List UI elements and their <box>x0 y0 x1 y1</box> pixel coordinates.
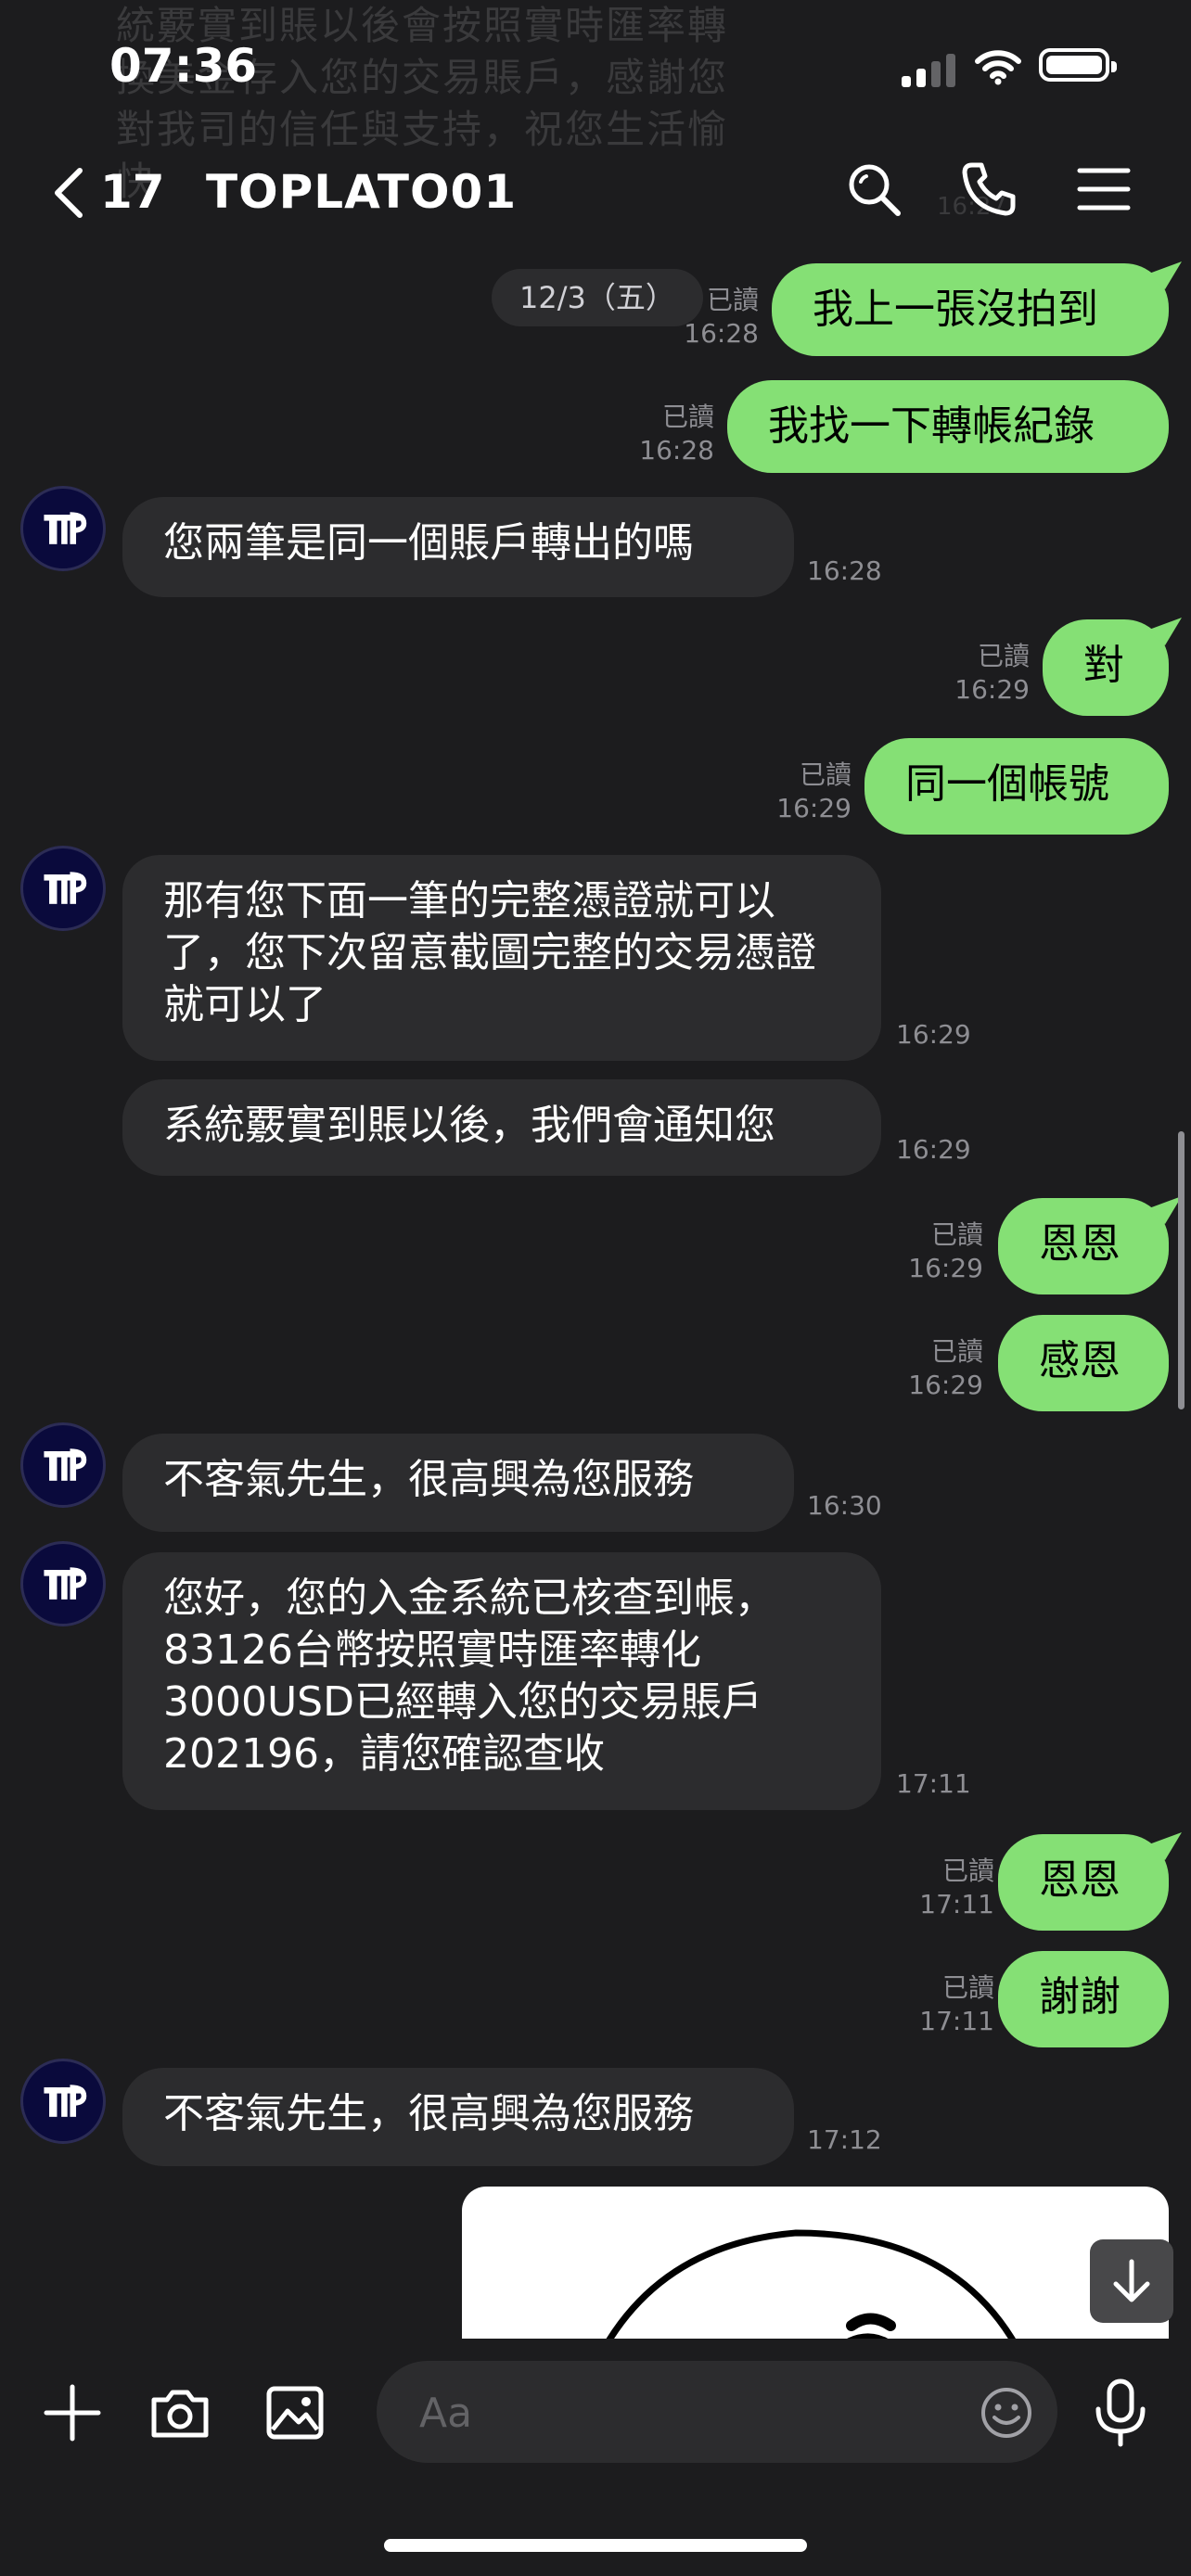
image-icon[interactable] <box>263 2381 327 2444</box>
read-receipt: 已讀 <box>941 1972 994 2003</box>
message-time: 16:29 <box>896 1019 971 1050</box>
message-meta: 已讀 17:11 <box>902 1855 994 1921</box>
contact-logo-icon <box>44 512 87 544</box>
message-time: 16:30 <box>807 1490 882 1521</box>
outgoing-message[interactable]: 感恩 <box>998 1315 1169 1411</box>
read-receipt: 已讀 <box>977 641 1030 671</box>
incoming-message[interactable]: 您兩筆是同一個賬戶轉出的嗎 <box>122 497 794 597</box>
read-receipt: 已讀 <box>930 1219 983 1250</box>
wifi-icon <box>975 50 1021 85</box>
message-text: 恩恩 <box>1039 1220 1121 1268</box>
arrow-down-icon <box>1113 2259 1150 2302</box>
read-receipt: 已讀 <box>706 285 759 315</box>
incoming-message[interactable]: 那有您下面一筆的完整憑證就可以了，您下次留意截圖完整的交易憑證就可以了 <box>122 855 881 1061</box>
message-text: 那有您下面一筆的完整憑證就可以了，您下次留意截圖完整的交易憑證就可以了 <box>163 877 816 1028</box>
message-time: 16:28 <box>684 318 759 349</box>
incoming-message[interactable]: 您好，您的入金系統已核查到帳，83126台幣按照實時匯率轉化3000USD已經轉… <box>122 1552 881 1810</box>
message-time: 17:11 <box>896 1768 971 1799</box>
message-meta: 已讀 16:28 <box>621 401 714 467</box>
message-meta: 已讀 16:28 <box>666 284 759 351</box>
contact-logo-icon <box>44 2085 87 2117</box>
outgoing-message[interactable]: 我上一張沒拍到 <box>772 261 1182 356</box>
message-text: 您兩筆是同一個賬戶轉出的嗎 <box>163 519 694 567</box>
bubble-tail <box>1146 261 1182 289</box>
message-text: 您好，您的入金系統已核查到帳，83126台幣按照實時匯率轉化3000USD已經轉… <box>163 1575 775 1778</box>
message-time: 16:29 <box>954 674 1030 705</box>
back-chevron-icon[interactable] <box>46 165 93 221</box>
message-text: 恩恩 <box>1039 1856 1121 1904</box>
message-text: 我上一張沒拍到 <box>813 286 1098 333</box>
avatar[interactable] <box>20 486 106 571</box>
avatar[interactable] <box>20 1422 106 1508</box>
message-meta: 已讀 16:29 <box>759 759 852 825</box>
contact-logo-icon <box>44 1567 87 1600</box>
message-time: 17:11 <box>919 1889 994 1919</box>
search-icon[interactable] <box>844 159 903 219</box>
outgoing-message[interactable]: 謝謝 <box>998 1951 1169 2047</box>
home-indicator[interactable] <box>384 2539 807 2552</box>
microphone-icon[interactable] <box>1089 2378 1152 2448</box>
message-text: 感恩 <box>1039 1337 1121 1384</box>
message-input-field[interactable] <box>377 2361 1057 2465</box>
signal-icon <box>902 54 955 87</box>
message-time: 16:29 <box>908 1370 983 1400</box>
message-time: 16:28 <box>807 555 882 586</box>
camera-icon[interactable] <box>148 2381 211 2444</box>
menu-icon[interactable] <box>1074 159 1133 219</box>
read-receipt: 已讀 <box>661 402 714 432</box>
message-text: 不客氣先生，很高興為您服務 <box>163 2090 694 2137</box>
message-time: 16:29 <box>896 1134 971 1165</box>
avatar[interactable] <box>20 2059 106 2144</box>
scroll-indicator[interactable] <box>1178 1131 1185 1409</box>
message-time: 16:29 <box>908 1253 983 1283</box>
read-receipt: 已讀 <box>799 759 852 790</box>
incoming-message[interactable]: 系統覈實到賬以後，我們會通知您 <box>122 1079 881 1176</box>
message-meta: 已讀 17:11 <box>902 1971 994 2038</box>
emoji-icon[interactable] <box>980 2386 1033 2440</box>
battery-icon <box>1039 48 1117 82</box>
unread-count[interactable]: 17 <box>100 165 165 219</box>
message-text: 對 <box>1083 642 1124 689</box>
message-time: 16:28 <box>639 435 714 465</box>
phone-icon[interactable] <box>959 159 1018 219</box>
message-text: 謝謝 <box>1039 1973 1121 2021</box>
chat-title[interactable]: TOPLATO01 <box>206 165 517 219</box>
contact-logo-icon <box>44 1448 87 1481</box>
incoming-message[interactable]: 不客氣先生，很高興為您服務 <box>122 2068 794 2166</box>
outgoing-message[interactable]: 恩恩 <box>998 1196 1182 1294</box>
message-text: 系統覈實到賬以後，我們會通知您 <box>163 1102 775 1149</box>
message-time: 17:11 <box>919 2006 994 2036</box>
read-receipt: 已讀 <box>930 1336 983 1367</box>
bubble-tail <box>1146 1196 1182 1224</box>
status-time: 07:36 <box>109 39 258 93</box>
incoming-message[interactable]: 不客氣先生，很高興為您服務 <box>122 1434 794 1532</box>
contact-logo-icon <box>44 872 87 904</box>
message-text: 不客氣先生，很高興為您服務 <box>163 1456 694 1503</box>
scroll-to-bottom-button[interactable] <box>1090 2239 1173 2323</box>
avatar[interactable] <box>20 846 106 931</box>
read-receipt: 已讀 <box>941 1855 994 1886</box>
message-meta: 已讀 16:29 <box>890 1218 983 1285</box>
message-meta: 已讀 16:29 <box>890 1335 983 1402</box>
avatar[interactable] <box>20 1541 106 1626</box>
outgoing-message[interactable]: 對 <box>1043 618 1182 716</box>
chat-screen: 統覈實到賬以後會按照實時匯率轉 換美金存入您的交易賬戶，感謝您 對我司的信任與支… <box>0 0 1191 2576</box>
plus-icon[interactable] <box>41 2381 104 2444</box>
message-meta: 已讀 16:29 <box>937 640 1030 707</box>
outgoing-message[interactable]: 恩恩 <box>998 1832 1182 1931</box>
outgoing-message[interactable]: 同一個帳號 <box>864 738 1169 835</box>
bubble-tail <box>1146 618 1182 645</box>
message-input[interactable] <box>417 2361 941 2465</box>
message-text: 同一個帳號 <box>905 760 1109 808</box>
message-time: 16:29 <box>776 793 852 823</box>
message-time: 17:12 <box>807 2124 882 2155</box>
bubble-tail <box>1146 1832 1182 1860</box>
outgoing-message[interactable]: 我找一下轉帳紀錄 <box>727 380 1169 473</box>
message-text: 我找一下轉帳紀錄 <box>768 402 1095 450</box>
